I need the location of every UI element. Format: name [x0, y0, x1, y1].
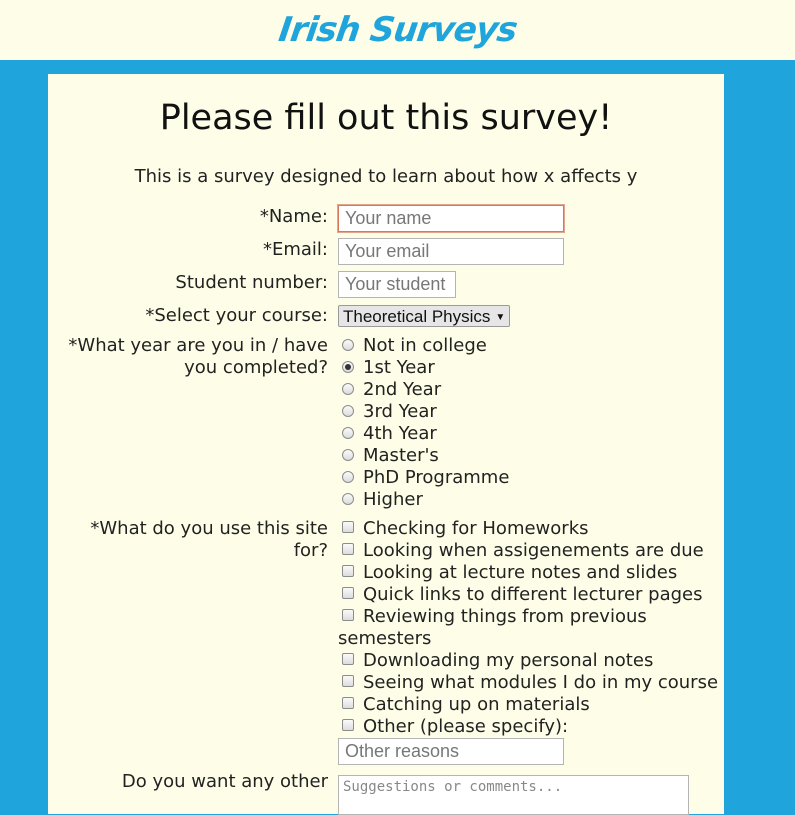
course-selected-value: Theoretical Physics	[343, 307, 491, 326]
use-checkbox-due-dates[interactable]	[342, 543, 354, 555]
year-option-label: 3rd Year	[363, 401, 437, 422]
use-option-label: Looking at lecture notes and slides	[363, 562, 678, 583]
email-input[interactable]: Your email	[338, 238, 564, 265]
year-label-line2: you completed?	[184, 357, 328, 378]
use-checkbox-previous-semesters[interactable]	[342, 609, 354, 621]
chevron-down-icon: ▼	[495, 312, 506, 323]
use-checkbox-other[interactable]	[342, 719, 354, 731]
use-option-label: Quick links to different lecturer pages	[363, 584, 703, 605]
year-option-label: 1st Year	[363, 357, 435, 378]
use-option-label: Looking when assigenements are due	[363, 540, 704, 561]
year-option-label: PhD Programme	[363, 467, 510, 488]
name-input[interactable]: Your name	[338, 205, 564, 232]
page-subtitle: This is a survey designed to learn about…	[134, 166, 638, 187]
year-option-label: Master's	[363, 445, 439, 466]
brand-logo[interactable]: Irish Surveys	[276, 10, 519, 50]
use-checkbox-catching-up[interactable]	[342, 697, 354, 709]
use-option-label: Other (please specify):	[363, 716, 569, 737]
use-option-label: Downloading my personal notes	[363, 650, 654, 671]
email-label: *Email:	[262, 239, 328, 260]
year-label-line1: *What year are you in / have	[68, 335, 328, 356]
uses-label-line1: *What do you use this site	[90, 518, 328, 539]
use-option-label: Reviewing things from previous	[363, 606, 647, 627]
survey-card: Please fill out this survey! This is a s…	[48, 74, 724, 815]
use-option-label: Checking for Homeworks	[363, 518, 589, 539]
year-radio-3rd-year[interactable]	[342, 405, 354, 417]
use-option-label: Catching up on materials	[363, 694, 590, 715]
year-radio-4th-year[interactable]	[342, 427, 354, 439]
page-title: Please fill out this survey!	[159, 98, 613, 138]
comments-textarea[interactable]: Suggestions or comments...	[338, 775, 689, 815]
use-checkbox-personal-notes[interactable]	[342, 653, 354, 665]
site-header: Irish Surveys	[0, 0, 795, 60]
year-option-label: Higher	[363, 489, 423, 510]
year-option-label: 4th Year	[363, 423, 437, 444]
year-radio-higher[interactable]	[342, 493, 354, 505]
year-radio-not-in-college[interactable]	[342, 339, 354, 351]
use-checkbox-homeworks[interactable]	[342, 521, 354, 533]
use-checkbox-modules[interactable]	[342, 675, 354, 687]
name-label: *Name:	[259, 206, 328, 227]
year-option-label: Not in college	[363, 335, 487, 356]
year-option-label: 2nd Year	[363, 379, 442, 400]
year-radio-masters[interactable]	[342, 449, 354, 461]
comments-label: Do you want any other	[121, 771, 328, 792]
year-radio-phd[interactable]	[342, 471, 354, 483]
student-number-label: Student number:	[175, 272, 328, 293]
other-reasons-input[interactable]: Other reasons	[338, 738, 564, 765]
use-option-label: Seeing what modules I do in my course	[363, 672, 719, 693]
use-option-label-wrap: semesters	[338, 628, 432, 649]
uses-label-line2: for?	[293, 540, 328, 561]
student-number-input[interactable]: Your student	[338, 271, 456, 298]
course-select[interactable]: Theoretical Physics ▼	[338, 305, 511, 327]
year-radio-1st-year[interactable]	[342, 361, 354, 373]
use-checkbox-lecture-notes[interactable]	[342, 565, 354, 577]
course-label: *Select your course:	[145, 305, 328, 326]
use-checkbox-lecturer-links[interactable]	[342, 587, 354, 599]
year-radio-2nd-year[interactable]	[342, 383, 354, 395]
